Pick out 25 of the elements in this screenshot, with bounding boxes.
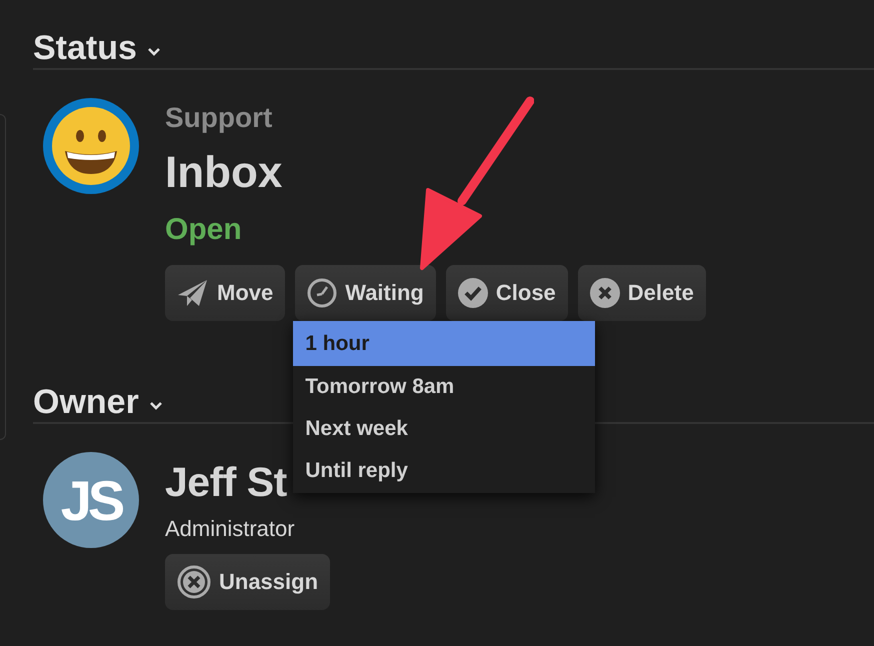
section-heading: Owner <box>33 382 139 422</box>
menu-item[interactable]: 1 hour <box>293 321 596 366</box>
close-button[interactable]: Close <box>446 265 568 321</box>
close-circle-icon <box>177 565 211 599</box>
menu-item[interactable]: Tomorrow 8am <box>293 366 596 408</box>
move-button[interactable]: Move <box>165 265 286 321</box>
close-circle-icon <box>590 278 620 308</box>
chevron-down-icon[interactable] <box>146 47 161 57</box>
waiting-button[interactable]: Waiting <box>295 265 436 321</box>
avatar: JS <box>43 452 139 548</box>
menu-item[interactable]: Next week <box>293 408 596 450</box>
group-label: Support <box>165 101 274 135</box>
unassign-button[interactable]: Unassign <box>165 554 330 610</box>
delete-button[interactable]: Delete <box>578 265 706 321</box>
paper-plane-icon <box>177 279 209 307</box>
check-circle-icon <box>458 278 488 308</box>
smiley-icon <box>43 98 139 194</box>
clock-icon <box>307 278 338 308</box>
chevron-down-icon[interactable] <box>148 401 163 411</box>
owner-role: Administrator <box>165 515 296 543</box>
bucket-name: Inbox <box>165 147 284 199</box>
section-heading: Status <box>33 28 137 68</box>
menu-item[interactable]: Until reply <box>293 450 596 492</box>
status-label: Open <box>165 212 243 248</box>
owner-name: Jeff St <box>165 458 287 507</box>
